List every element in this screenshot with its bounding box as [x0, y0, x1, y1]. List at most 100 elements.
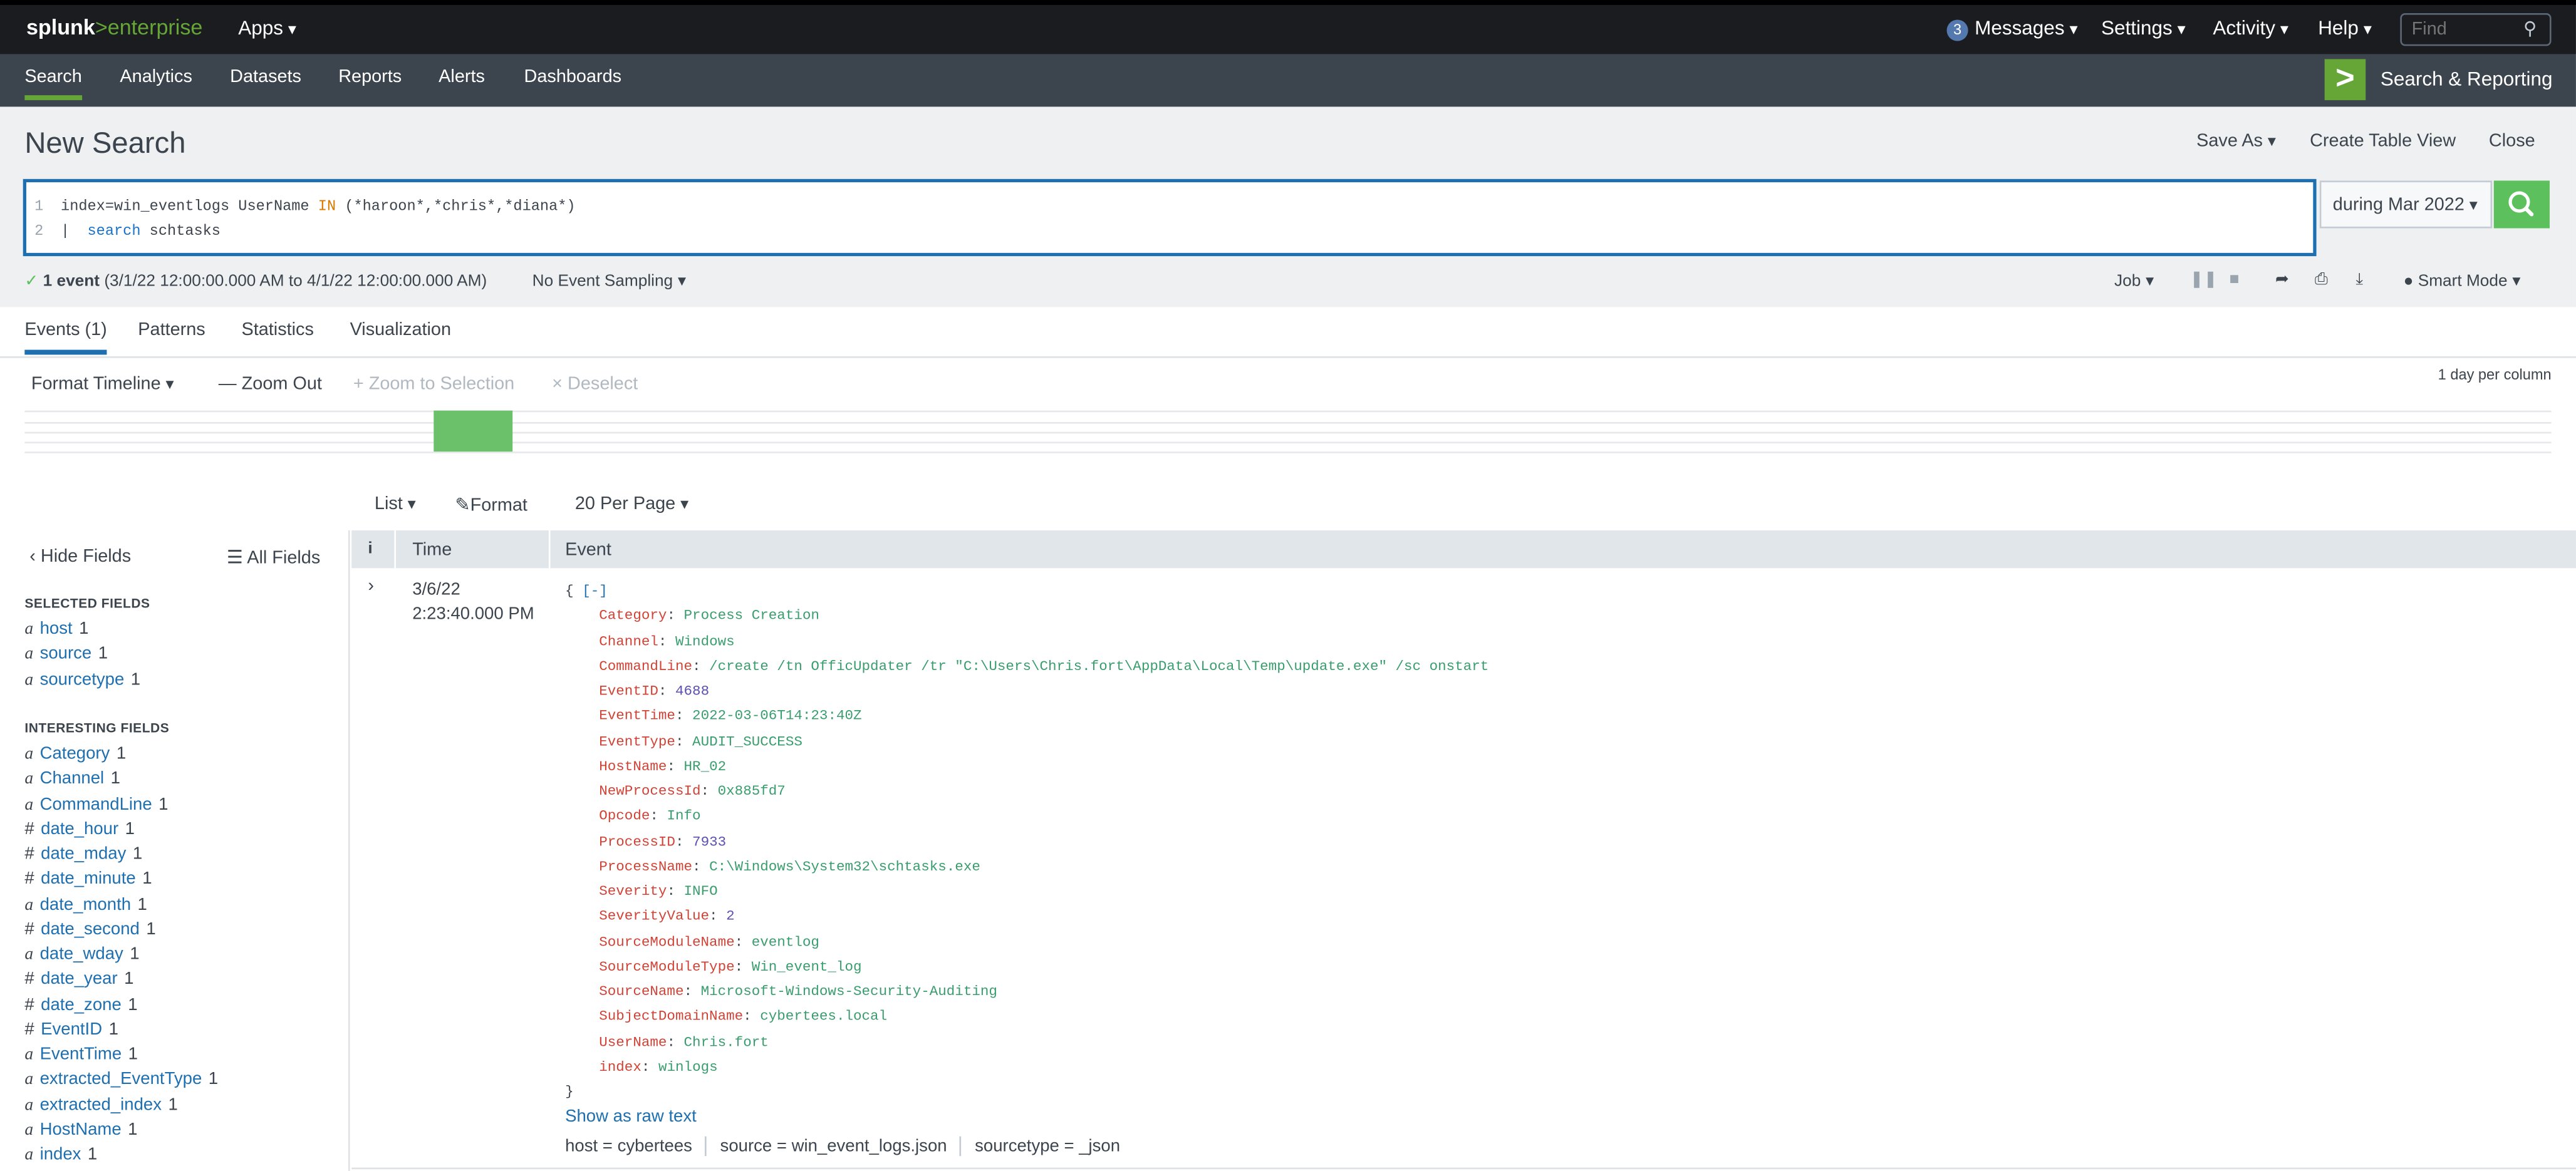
share-icon[interactable]: ➦	[2275, 271, 2289, 289]
nav-search[interactable]: Search	[24, 68, 82, 100]
apps-menu[interactable]: Apps	[238, 16, 296, 39]
help-menu[interactable]: Help	[2318, 16, 2372, 39]
deselect-button[interactable]: × Deselect	[552, 374, 638, 394]
field-count: 1	[130, 669, 141, 689]
app-title[interactable]: Search & Reporting	[2381, 68, 2553, 91]
stop-icon[interactable]: ■	[2230, 271, 2240, 289]
event-field-value[interactable]: INFO	[684, 884, 718, 900]
meta-host[interactable]: host = cybertees	[565, 1137, 692, 1156]
event-field-value[interactable]: 7933	[692, 833, 726, 850]
event-sampling-dropdown[interactable]: No Event Sampling	[532, 272, 687, 291]
field-item[interactable]: # date_hour 1	[24, 817, 135, 842]
nav-reports[interactable]: Reports	[338, 68, 402, 87]
field-item[interactable]: # date_mday 1	[24, 842, 142, 867]
event-field-value[interactable]: 2022-03-06T14:23:40Z	[692, 708, 862, 725]
bulb-icon: ●	[2403, 272, 2414, 291]
event-field-value[interactable]: Windows	[675, 633, 735, 649]
field-item[interactable]: a CommandLine 1	[24, 792, 168, 817]
field-count: 1	[116, 743, 127, 764]
field-name: date_hour	[41, 818, 119, 839]
event-field-value[interactable]: Win_event_log	[752, 959, 862, 975]
zoom-to-selection-button[interactable]: + Zoom to Selection	[353, 374, 514, 394]
nav-analytics[interactable]: Analytics	[120, 68, 192, 87]
tab-statistics[interactable]: Statistics	[241, 320, 313, 339]
field-item[interactable]: a HostName 1	[24, 1118, 137, 1142]
hide-fields-button[interactable]: ‹ Hide Fields	[29, 547, 131, 566]
field-item[interactable]: a index 1	[24, 1143, 97, 1167]
field-item[interactable]: a date_month 1	[24, 892, 147, 917]
per-page-dropdown[interactable]: 20 Per Page	[575, 494, 688, 513]
tab-events[interactable]: Events (1)	[24, 320, 107, 355]
meta-sourcetype[interactable]: sourcetype = _json	[975, 1137, 1120, 1156]
event-field-value[interactable]: Chris.fort	[684, 1034, 769, 1050]
nav-alerts[interactable]: Alerts	[439, 68, 485, 87]
field-name: date_year	[41, 969, 118, 989]
messages-menu[interactable]: 3 Messages	[1946, 16, 2078, 41]
time-range-picker[interactable]: during Mar 2022	[2319, 180, 2493, 229]
save-as-button[interactable]: Save As	[2196, 132, 2276, 151]
field-item[interactable]: a EventTime 1	[24, 1043, 138, 1067]
export-icon[interactable]: ⤓	[2356, 271, 2364, 289]
event-field-value[interactable]: winlogs	[658, 1059, 718, 1075]
event-field-value[interactable]: Microsoft-Windows-Security-Auditing	[701, 984, 997, 1000]
field-item[interactable]: a extracted_EventType 1	[24, 1068, 218, 1092]
event-field-value[interactable]: HR_02	[684, 758, 727, 775]
zoom-out-button[interactable]: — Zoom Out	[219, 374, 322, 394]
event-field-value[interactable]: 2	[726, 909, 735, 925]
event-field-value[interactable]: AUDIT_SUCCESS	[692, 733, 802, 750]
event-field-row: EventID: 4688	[599, 683, 710, 700]
field-item[interactable]: a Category 1	[24, 742, 126, 766]
search-mode-dropdown[interactable]: ● Smart Mode	[2404, 272, 2521, 291]
field-item[interactable]: a date_wday 1	[24, 942, 139, 967]
print-icon[interactable]: ⎙	[2315, 271, 2328, 289]
field-item[interactable]: # date_year 1	[24, 967, 133, 992]
event-field-value[interactable]: 0x885fd7	[718, 783, 786, 800]
timeline-chart[interactable]	[24, 407, 2552, 453]
close-button[interactable]: Close	[2489, 132, 2535, 151]
job-menu[interactable]: Job	[2114, 272, 2154, 291]
field-item[interactable]: # date_zone 1	[24, 993, 137, 1017]
event-field-value[interactable]: Info	[667, 808, 700, 825]
splunk-logo[interactable]: splunk>enterprise	[26, 15, 202, 39]
tab-patterns[interactable]: Patterns	[138, 320, 205, 339]
search-query-editor[interactable]: 1 index=win_eventlogs UserName IN (*haro…	[23, 178, 2317, 257]
time-column-header[interactable]: Time	[412, 540, 452, 560]
field-item[interactable]: a sourcetype 1	[24, 668, 140, 692]
meta-source[interactable]: source = win_event_logs.json	[720, 1137, 947, 1156]
event-field-value[interactable]: eventlog	[752, 934, 819, 950]
nav-dashboards[interactable]: Dashboards	[524, 68, 622, 87]
event-field-value[interactable]: C:\Windows\System32\schtasks.exe	[709, 859, 980, 875]
event-json: { [-] Category: Process Creation Channel…	[565, 580, 1488, 1106]
event-field-value[interactable]: Process Creation	[684, 608, 819, 624]
event-field-value[interactable]: /create /tn OfficUpdater /tr "C:\Users\C…	[709, 658, 1488, 674]
list-view-dropdown[interactable]: List	[375, 494, 416, 513]
activity-menu[interactable]: Activity	[2213, 16, 2288, 39]
create-table-view-button[interactable]: Create Table View	[2310, 132, 2456, 151]
field-item[interactable]: a Channel 1	[24, 767, 120, 792]
field-name: source	[39, 644, 92, 664]
nav-datasets[interactable]: Datasets	[230, 68, 301, 87]
field-name: extracted_index	[39, 1094, 162, 1115]
show-raw-text-link[interactable]: Show as raw text	[565, 1107, 697, 1126]
pause-icon[interactable]: ❚❚	[2190, 271, 2218, 289]
collapse-toggle[interactable]: [-]	[582, 583, 608, 599]
expand-event-chevron-icon[interactable]: ›	[368, 576, 374, 596]
event-field-value[interactable]: cybertees.local	[760, 1009, 887, 1025]
field-item[interactable]: # EventID 1	[24, 1018, 118, 1042]
field-item[interactable]: # date_minute 1	[24, 867, 152, 892]
timeline-bar[interactable]	[434, 410, 513, 452]
settings-menu[interactable]: Settings	[2101, 16, 2186, 39]
event-field-value[interactable]: 4688	[675, 683, 709, 699]
field-item[interactable]: a host 1	[24, 617, 88, 642]
all-fields-button[interactable]: ☰ All Fields	[227, 547, 320, 568]
tab-visualization[interactable]: Visualization	[350, 320, 451, 339]
string-type-icon: a	[24, 1146, 34, 1165]
field-item[interactable]: a extracted_index 1	[24, 1093, 177, 1117]
search-button[interactable]	[2493, 180, 2550, 229]
field-item[interactable]: a source 1	[24, 642, 108, 667]
format-timeline-button[interactable]: Format Timeline	[31, 374, 174, 394]
field-name: index	[39, 1144, 81, 1165]
field-item[interactable]: # date_second 1	[24, 917, 155, 942]
format-button[interactable]: ✎Format	[455, 494, 527, 515]
field-count: 1	[146, 919, 156, 939]
